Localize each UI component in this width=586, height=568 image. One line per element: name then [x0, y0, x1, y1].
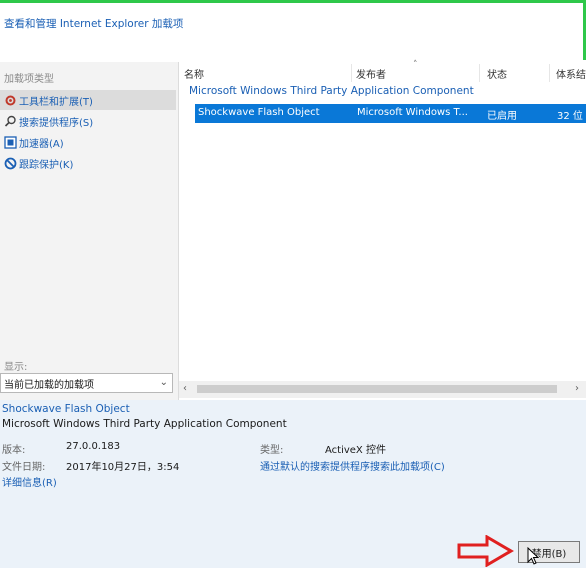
group-header: Microsoft Windows Third Party Applicatio…	[189, 85, 474, 97]
column-divider	[479, 64, 480, 82]
version-label: 版本:	[2, 445, 26, 456]
sidebar-item-toolbars[interactable]: 工具栏和扩展(T)	[0, 90, 176, 110]
annotation-arrow-icon	[457, 535, 514, 567]
detail-addon-name: Shockwave Flash Object	[2, 403, 130, 415]
sort-arrow-icon: ˄	[413, 60, 418, 70]
chevron-down-icon: ⌄	[159, 377, 168, 388]
type-label: 类型:	[260, 445, 284, 456]
show-dropdown[interactable]: 当前已加载的加载项 ⌄	[0, 373, 173, 393]
window-frame-top	[0, 0, 586, 3]
column-header-status[interactable]: 状态	[487, 66, 507, 81]
detail-publisher: Microsoft Windows Third Party Applicatio…	[2, 418, 287, 430]
addon-types-label: 加载项类型	[4, 74, 54, 85]
sidebar-item-label: 跟踪保护(K)	[19, 159, 74, 171]
type-value: ActiveX 控件	[325, 445, 386, 456]
row-architecture: 32 位	[557, 111, 583, 122]
row-name: Shockwave Flash Object	[198, 107, 320, 118]
sidebar-item-label: 搜索提供程序(S)	[19, 117, 94, 129]
accelerator-icon	[3, 135, 17, 149]
page-title: 查看和管理 Internet Explorer 加载项	[4, 18, 184, 30]
more-info-link[interactable]: 详细信息(R)	[2, 474, 57, 489]
show-label: 显示:	[4, 362, 28, 373]
show-dropdown-value: 当前已加载的加载项	[4, 379, 94, 391]
scroll-left-icon[interactable]: ‹	[183, 383, 187, 394]
gear-icon	[3, 93, 17, 107]
search-icon	[3, 114, 17, 128]
scrollbar-thumb[interactable]	[197, 385, 557, 393]
horizontal-scrollbar[interactable]: ‹ ›	[179, 381, 586, 398]
sidebar-item-label: 工具栏和扩展(T)	[19, 96, 93, 108]
file-date-label: 文件日期:	[2, 462, 46, 473]
block-icon	[3, 156, 17, 170]
sidebar-item-search-providers[interactable]: 搜索提供程序(S)	[0, 111, 176, 131]
scroll-right-icon[interactable]: ›	[575, 383, 579, 394]
search-addon-link[interactable]: 通过默认的搜索提供程序搜索此加载项(C)	[260, 458, 445, 473]
column-header-publisher[interactable]: 发布者	[356, 66, 386, 81]
row-status: 已启用	[487, 111, 517, 122]
table-row[interactable]: Shockwave Flash Object Microsoft Windows…	[195, 104, 586, 123]
version-value: 27.0.0.183	[66, 441, 121, 452]
row-publisher: Microsoft Windows T...	[357, 107, 468, 118]
sidebar-item-tracking-protection[interactable]: 跟踪保护(K)	[0, 153, 176, 173]
column-header-architecture[interactable]: 体系结	[556, 66, 586, 81]
addon-list: 名称 发布者 ˄ 状态 体系结 Microsoft Windows Third …	[179, 60, 586, 400]
column-divider	[351, 64, 352, 82]
column-header-name[interactable]: 名称	[184, 66, 204, 81]
sidebar-item-accelerators[interactable]: 加速器(A)	[0, 132, 176, 152]
mouse-cursor-icon	[527, 547, 539, 565]
file-date-value: 2017年10月27日，3:54	[66, 462, 180, 473]
sidebar-item-label: 加速器(A)	[19, 138, 64, 150]
column-divider	[549, 64, 550, 82]
addon-types-panel: 加载项类型 工具栏和扩展(T) 搜索提供程序(S) 加速器(A) 跟踪保护(K)…	[0, 62, 179, 400]
